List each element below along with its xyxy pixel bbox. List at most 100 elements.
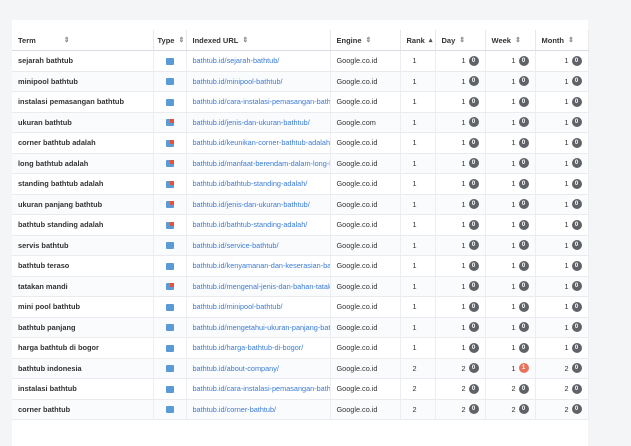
rank-column-header[interactable]: Rank ▴: [400, 30, 436, 51]
indexed-url-link[interactable]: bathtub.id/cara-instalasi-pemasangan-bat…: [186, 91, 331, 113]
table-row[interactable]: bathtub panjang bathtub.id/mengetahui-uku…: [12, 317, 589, 338]
day-column-header[interactable]: Day ⇕: [435, 30, 486, 51]
month-value: 1: [564, 138, 569, 148]
change-badge: 0: [518, 322, 529, 333]
change-badge: 0: [571, 219, 582, 230]
table-row[interactable]: long bathtub adalah bathtub.id/manfaat-be…: [12, 153, 589, 174]
table-row[interactable]: corner bathtub adalah bathtub.id/keunikan…: [12, 132, 589, 154]
month-value: 1: [564, 220, 569, 230]
term-cell: minipool bathtub: [12, 71, 154, 92]
rank-cell: 1: [400, 132, 436, 154]
change-badge: 0: [518, 117, 529, 128]
month-column-header[interactable]: Month ⇕: [535, 30, 589, 51]
indexed-url-link[interactable]: bathtub.id/minipool-bathtub/: [186, 296, 331, 318]
sort-icon[interactable]: ⇕: [515, 36, 521, 44]
indexed-url-link[interactable]: bathtub.id/corner-bathtub/: [186, 399, 331, 420]
url-column-header[interactable]: Indexed URL ⇕: [186, 30, 331, 51]
change-badge: 0: [571, 383, 582, 394]
image-icon: [165, 160, 174, 168]
term-column-header[interactable]: Term ⇕: [12, 30, 154, 51]
indexed-url-link[interactable]: bathtub.id/bathtub-standing-adalah/: [186, 173, 331, 195]
change-badge: 0: [518, 260, 529, 271]
change-badge: 0: [468, 76, 479, 87]
week-cell: 10: [485, 91, 536, 113]
week-value: 1: [511, 302, 516, 312]
change-badge: 0: [468, 55, 479, 66]
indexed-url-link[interactable]: bathtub.id/kenyamanan-dan-keserasian-bat…: [186, 255, 331, 277]
table-row[interactable]: mini pool bathtub bathtub.id/minipool-bat…: [12, 296, 589, 318]
week-cell: 10: [485, 112, 536, 133]
week-column-header[interactable]: Week ⇕: [485, 30, 536, 51]
engine-cell: Google.co.id: [330, 91, 401, 113]
indexed-url-link[interactable]: bathtub.id/mengenal-jenis-dan-bahan-tata…: [186, 276, 331, 297]
table-row[interactable]: corner bathtub bathtub.id/corner-bathtub/…: [12, 399, 589, 420]
change-badge: 0: [518, 281, 529, 292]
page-icon: [165, 242, 174, 250]
sort-icon[interactable]: ⇕: [242, 36, 248, 44]
table-row[interactable]: tatakan mandi bathtub.id/mengenal-jenis-d…: [12, 276, 589, 297]
change-badge: 0: [571, 178, 582, 189]
term-cell: mini pool bathtub: [12, 296, 154, 318]
term-cell: bathtub teraso: [12, 255, 154, 277]
sort-icon[interactable]: ⇕: [64, 36, 70, 44]
week-cell: 10: [485, 153, 536, 174]
table-row[interactable]: servis bathtub bathtub.id/service-bathtub…: [12, 235, 589, 256]
sort-icon[interactable]: ⇕: [459, 36, 465, 44]
indexed-url-link[interactable]: bathtub.id/harga-bathtub-di-bogor/: [186, 337, 331, 359]
table-row[interactable]: instalasi pemasangan bathtub bathtub.id/c…: [12, 91, 589, 113]
change-badge: 0: [468, 137, 479, 148]
month-cell: 10: [535, 153, 589, 174]
engine-cell: Google.co.id: [330, 276, 401, 297]
day-cell: 10: [435, 255, 486, 277]
month-value: 1: [564, 199, 569, 209]
day-cell: 10: [435, 173, 486, 195]
term-cell: harga bathtub di bogor: [12, 337, 154, 359]
indexed-url-link[interactable]: bathtub.id/service-bathtub/: [186, 235, 331, 256]
table-row[interactable]: instalasi bathtub bathtub.id/cara-instala…: [12, 378, 589, 400]
table-row[interactable]: standing bathtub adalah bathtub.id/bathtu…: [12, 173, 589, 195]
change-badge: 0: [518, 55, 529, 66]
indexed-url-link[interactable]: bathtub.id/jenis-dan-ukuran-bathtub/: [186, 112, 331, 133]
indexed-url-link[interactable]: bathtub.id/sejarah-bathtub/: [186, 50, 331, 72]
page-icon: [165, 262, 174, 270]
indexed-url-link[interactable]: bathtub.id/cara-instalasi-pemasangan-bat…: [186, 378, 331, 400]
change-badge: 0: [468, 363, 479, 374]
day-value: 2: [461, 384, 466, 394]
image-icon: [165, 221, 174, 229]
indexed-url-link[interactable]: bathtub.id/bathtub-standing-adalah/: [186, 214, 331, 236]
sort-ascending-icon[interactable]: ▴: [429, 36, 433, 44]
sort-icon[interactable]: ⇕: [178, 36, 184, 44]
day-cell: 10: [435, 296, 486, 318]
table-row[interactable]: minipool bathtub bathtub.id/minipool-bath…: [12, 71, 589, 92]
table-row[interactable]: ukuran bathtub bathtub.id/jenis-dan-ukura…: [12, 112, 589, 133]
engine-column-header[interactable]: Engine ⇕: [330, 30, 401, 51]
indexed-url-link[interactable]: bathtub.id/jenis-dan-ukuran-bathtub/: [186, 194, 331, 215]
image-icon: [165, 201, 174, 209]
change-badge: 0: [518, 404, 529, 415]
week-value: 1: [511, 261, 516, 271]
month-value: 1: [564, 240, 569, 250]
table-row[interactable]: bathtub teraso bathtub.id/kenyamanan-dan-…: [12, 255, 589, 277]
week-value: 1: [511, 322, 516, 332]
term-cell: sejarah bathtub: [12, 50, 154, 72]
table-row[interactable]: sejarah bathtub bathtub.id/sejarah-bathtu…: [12, 50, 589, 72]
month-value: 1: [564, 322, 569, 332]
day-value: 2: [461, 404, 466, 414]
table-row[interactable]: ukuran panjang bathtub bathtub.id/jenis-d…: [12, 194, 589, 215]
sort-icon[interactable]: ⇕: [568, 36, 574, 44]
rank-cell: 1: [400, 214, 436, 236]
indexed-url-link[interactable]: bathtub.id/manfaat-berendam-dalam-long-b…: [186, 153, 331, 174]
term-cell: ukuran bathtub: [12, 112, 154, 133]
month-cell: 20: [535, 378, 589, 400]
indexed-url-link[interactable]: bathtub.id/minipool-bathtub/: [186, 71, 331, 92]
indexed-url-link[interactable]: bathtub.id/mengetahui-ukuran-panjang-bat…: [186, 317, 331, 338]
table-row[interactable]: harga bathtub di bogor bathtub.id/harga-b…: [12, 337, 589, 359]
rank-cell: 2: [400, 378, 436, 400]
indexed-url-link[interactable]: bathtub.id/keunikan-corner-bathtub-adala…: [186, 132, 331, 154]
type-column-header[interactable]: Type ⇕: [153, 30, 187, 51]
indexed-url-link[interactable]: bathtub.id/about-company/: [186, 358, 331, 379]
table-row[interactable]: bathtub indonesia bathtub.id/about-compan…: [12, 358, 589, 379]
sort-icon[interactable]: ⇕: [366, 36, 372, 44]
image-icon: [165, 119, 174, 127]
table-row[interactable]: bathtub standing adalah bathtub.id/bathtu…: [12, 214, 589, 236]
